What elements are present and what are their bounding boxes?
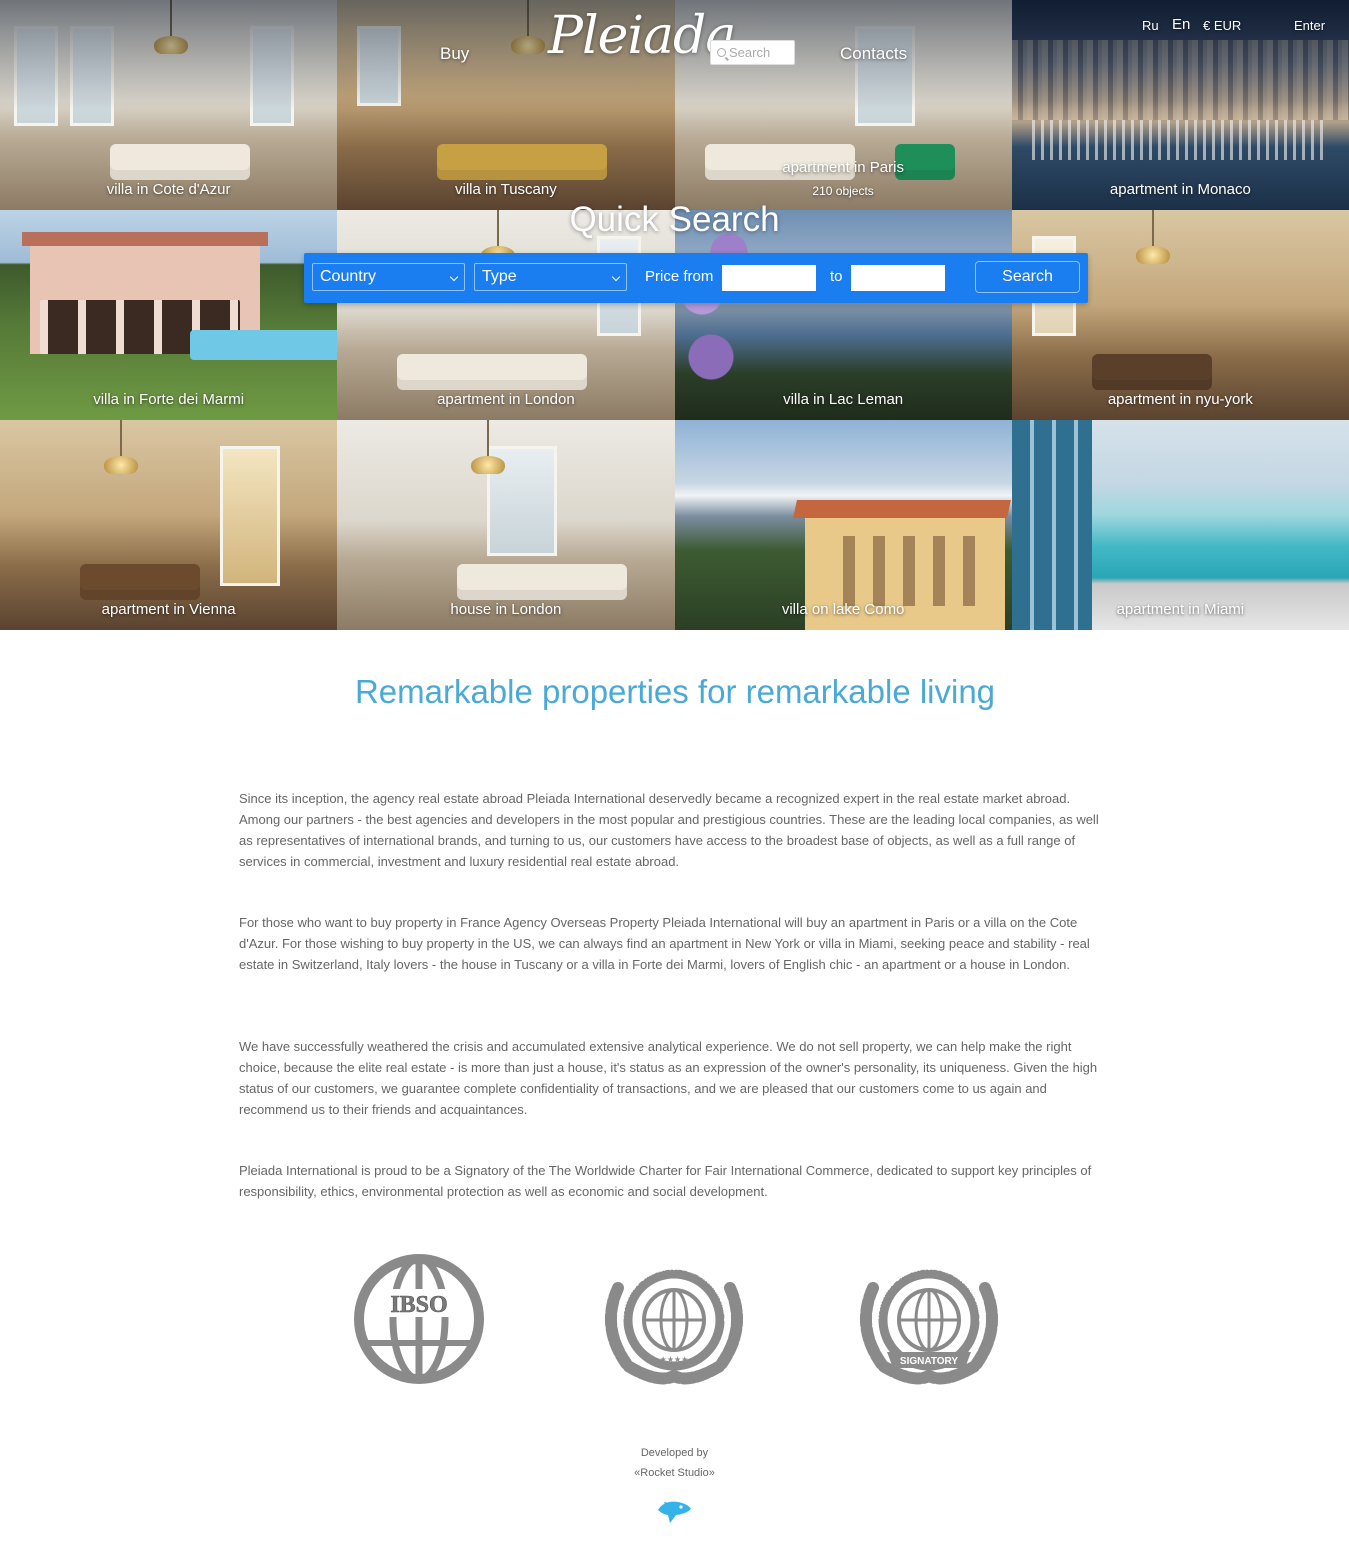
nav-contacts-link[interactable]: Contacts [840, 44, 907, 64]
charter-badge: Worldwide Charter for Fair International… [598, 1258, 750, 1388]
tile-caption: apartment in Monaco [1109, 181, 1251, 198]
tile-caption: apartment in London [437, 391, 575, 408]
nav-buy-link[interactable]: Buy [440, 44, 469, 64]
lang-en-link[interactable]: En [1172, 16, 1190, 33]
page-headline: Remarkable properties for remarkable liv… [354, 673, 996, 710]
tile-villa-lake-como[interactable]: villa on lake Como [674, 420, 1012, 630]
signatory-badge: Worldwide Charter for Fair International… [853, 1258, 1005, 1388]
tile-photo [337, 420, 675, 630]
tile-caption: apartment in Paris [782, 159, 904, 176]
tile-photo [0, 420, 338, 630]
intro-paragraph-4: Pleiada International is proud to be a S… [239, 1163, 1092, 1199]
tile-photo [1011, 420, 1349, 630]
tile-caption: apartment in Miami [1116, 601, 1245, 618]
ibso-badge: IBSO [353, 1253, 485, 1385]
lang-ru-link[interactable]: Ru [1142, 18, 1159, 33]
country-select-value: Country [320, 268, 377, 285]
header-search-input[interactable] [729, 45, 789, 60]
search-icon [717, 48, 726, 57]
tile-caption: villa on lake Como [781, 601, 905, 618]
type-select[interactable]: Type [474, 263, 627, 291]
enter-link[interactable]: Enter [1294, 18, 1325, 33]
intro-paragraph-1: Since its inception, the agency real est… [239, 791, 1099, 869]
tile-photo [674, 210, 1012, 420]
tile-object-count: 210 objects [812, 184, 874, 198]
tile-photo [0, 210, 338, 420]
quick-search-bar: Country Type Price from to Search [304, 253, 1088, 303]
site-logo[interactable]: Pleiada [548, 6, 736, 66]
tile-villa-lac-leman[interactable]: villa in Lac Leman [674, 210, 1012, 420]
chevron-down-icon [611, 272, 621, 282]
tile-caption: villa in Forte dei Marmi [93, 391, 245, 408]
country-select[interactable]: Country [312, 263, 465, 291]
tile-house-london[interactable]: house in London [337, 420, 675, 630]
tile-apartment-vienna[interactable]: apartment in Vienna [0, 420, 338, 630]
tile-caption: house in London [450, 601, 562, 618]
ibso-badge-text: IBSO [390, 1292, 447, 1318]
rocket-studio-logo-icon[interactable] [656, 1494, 692, 1524]
tile-photo [674, 420, 1012, 630]
tile-caption: apartment in Vienna [101, 601, 236, 618]
price-from-input[interactable] [722, 265, 816, 291]
chevron-down-icon [449, 272, 459, 282]
developer-studio-name[interactable]: «Rocket Studio» [0, 1467, 1349, 1479]
header-search[interactable] [710, 40, 795, 65]
tile-apartment-london[interactable]: apartment in London [337, 210, 675, 420]
tile-photo [1011, 210, 1349, 420]
tile-apartment-nyu-york[interactable]: apartment in nyu-york [1011, 210, 1349, 420]
developed-by-label: Developed by [640, 1447, 709, 1459]
price-to-input[interactable] [851, 265, 945, 291]
svg-text:★★★★: ★★★★ [660, 1355, 689, 1364]
intro-paragraph-3: We have successfully weathered the crisi… [239, 1039, 1098, 1117]
tile-caption: villa in Tuscany [455, 181, 557, 198]
currency-selector[interactable]: € EUR [1203, 18, 1241, 33]
tile-photo [337, 210, 675, 420]
quick-search-button[interactable]: Search [975, 261, 1080, 293]
tile-caption: apartment in nyu-york [1107, 391, 1253, 408]
price-from-label: Price from [645, 268, 714, 285]
tile-caption: villa in Cote d'Azur [106, 181, 231, 198]
type-select-value: Type [482, 268, 517, 285]
price-to-label: to [830, 268, 843, 285]
tile-villa-forte-dei-marmi[interactable]: villa in Forte dei Marmi [0, 210, 338, 420]
signatory-ribbon-text: SIGNATORY [900, 1356, 958, 1367]
tile-apartment-miami[interactable]: apartment in Miami [1011, 420, 1349, 630]
intro-paragraph-2: For those who want to buy property in Fr… [239, 915, 1090, 972]
tile-caption: villa in Lac Leman [783, 391, 904, 408]
